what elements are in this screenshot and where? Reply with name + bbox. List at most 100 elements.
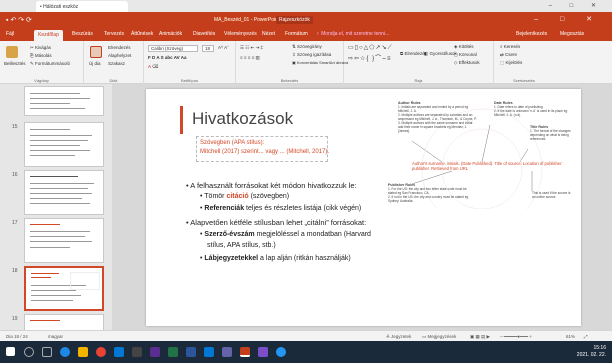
app-icon[interactable] (276, 347, 286, 357)
title-rules-note: Title Rules 1. The format of the changes… (530, 125, 571, 141)
app-icon[interactable] (132, 347, 142, 357)
taskbar: 15:16 2021. 02. 22. (0, 341, 612, 363)
zoom-slider[interactable]: – ━━━━━●━━━ + (500, 334, 564, 340)
onenote-icon[interactable] (150, 347, 160, 357)
search-icon[interactable] (24, 347, 34, 357)
browser-icon[interactable] (60, 347, 70, 357)
font-size-select[interactable]: 18 (202, 45, 214, 52)
thumbnail-number: 17 (12, 220, 18, 226)
teams-icon[interactable] (222, 347, 232, 357)
font-name-select[interactable]: Calibri (Szöveg) (148, 45, 198, 52)
powerpoint-icon[interactable] (240, 347, 250, 357)
outlook-icon[interactable] (204, 347, 214, 357)
quick-access-toolbar[interactable]: ▪ ↶ ↷ ⟳ (6, 16, 32, 24)
shape-effects-button[interactable]: ◇ Effektusok (454, 60, 480, 66)
file-explorer-icon[interactable] (78, 347, 88, 357)
system-clock[interactable]: 15:16 2021. 02. 22. (577, 345, 606, 359)
text-direction-button[interactable]: ⇅ Szövegirány (292, 44, 322, 50)
slide-thumbnail[interactable] (24, 314, 104, 330)
tab-animations[interactable]: Animációk (159, 31, 182, 37)
copy-button[interactable]: ⎘ Másolás (30, 53, 52, 58)
find-button[interactable]: ⌕ Keresés (500, 44, 520, 49)
comments-button[interactable]: ▭ Megjegyzések (422, 334, 456, 340)
slide-canvas[interactable]: Hivatkozások Szövegben (APA stílus): Mit… (146, 89, 581, 326)
slide-thumbnail[interactable] (24, 122, 104, 167)
excel-icon[interactable] (168, 347, 178, 357)
subtitle-line: Mitchell (2017) szerint... vagy ... (Mit… (200, 149, 330, 155)
slide-thumbnail[interactable] (24, 218, 104, 263)
slide-thumbnails-pane: 15 16 17 18 19 (0, 84, 112, 330)
store-icon[interactable] (114, 347, 124, 357)
window-controls[interactable]: – □ ✕ (534, 15, 602, 23)
new-slide-button[interactable]: Új dia (89, 61, 101, 66)
url-rules-note: This is used if the source is an online … (532, 191, 571, 199)
format-painter-button[interactable]: ✎ Formátummásoló (30, 61, 70, 67)
quick-styles-button[interactable]: ◧ Gyorsstílusok (424, 51, 457, 57)
title-accent-bar (180, 106, 183, 134)
shape-outline-button[interactable]: ◻ Körvonal (454, 52, 477, 58)
replace-button[interactable]: ⇄ Csere (500, 52, 517, 58)
tab-design[interactable]: Tervezés (104, 31, 124, 37)
group-label: Bekezdés (280, 78, 299, 83)
bullet-level1: • Alapvetően kétféle stílusban lehet „ci… (186, 218, 367, 227)
tab-slideshow[interactable]: Diavetítés (193, 31, 215, 37)
reference-format-diagram[interactable]: Author Rules 1. Initials are separated a… (382, 99, 576, 209)
start-icon[interactable] (6, 347, 15, 356)
new-slide-icon[interactable] (90, 46, 102, 58)
editing-group: ⌕ Keresés ⇄ Csere ⬚ Kijelölés Szerkeszté… (494, 41, 554, 84)
shapes-gallery-row2[interactable]: ⇨⇦☆{ }⌒⌣≡ (348, 53, 392, 63)
fit-slide-icon[interactable]: ⤢ (584, 334, 588, 339)
font-color-button[interactable]: A ⌫ (148, 64, 158, 70)
tab-review[interactable]: Véleményezés (224, 31, 257, 37)
view-buttons[interactable]: ▣ ▦ ▤ ▶ (470, 334, 490, 340)
app-title-bar: ▪ ↶ ↷ ⟳ MA_Beszéd_01 - PowerPoint Rajzes… (0, 12, 612, 29)
select-button[interactable]: ⬚ Kijelölés (500, 60, 522, 66)
smartart-button[interactable]: ▣ Konvertálás SmartArt ábrává (292, 60, 348, 65)
screen: • Hálózati eszköz – □ ✕ ▪ ↶ ↷ ⟳ MA_Beszé… (0, 0, 612, 363)
cut-button[interactable]: ✂ Kivágás (30, 45, 51, 51)
clipboard-group: Beillesztés ✂ Kivágás ⎘ Másolás ✎ Formát… (0, 41, 84, 84)
slide-thumbnail[interactable] (24, 170, 104, 215)
undo-redo-icons[interactable]: ↶ ↷ ⟳ (10, 17, 32, 24)
browser-window-controls[interactable]: – □ ✕ (549, 2, 604, 9)
notes-button[interactable]: ≙ Jegyzetek (386, 334, 411, 340)
tab-file[interactable]: Fájl (6, 31, 14, 37)
share-button[interactable]: Megosztás (560, 31, 584, 37)
save-icon[interactable]: ▪ (6, 17, 8, 24)
arrange-button[interactable]: ⧉ Elrendezés (400, 51, 427, 56)
slide-thumbnail-selected[interactable] (24, 266, 104, 311)
tab-format[interactable]: Formátum (285, 31, 308, 37)
tab-home[interactable]: Kezdőlap (34, 30, 63, 41)
zoom-level[interactable]: 61% (566, 334, 575, 339)
align-text-button[interactable]: ⇳ Szöveg igazítása (292, 52, 331, 58)
section-button[interactable]: Szakasz (108, 61, 125, 66)
document-title: MA_Beszéd_01 - PowerPoint (214, 17, 280, 23)
slide-title[interactable]: Hivatkozások (192, 109, 293, 129)
tab-insert[interactable]: Beszúrás (72, 31, 93, 37)
font-format-buttons[interactable]: F D A S abc AV Aa (148, 55, 187, 60)
task-view-icon[interactable] (42, 347, 52, 357)
paste-icon[interactable] (6, 46, 18, 58)
tab-transitions[interactable]: Áttűnések (131, 31, 153, 37)
browser-tab[interactable]: • Hálózati eszköz (36, 1, 128, 12)
tell-me-search[interactable]: ♀ Mondja el, mit szeretne tenni... (316, 31, 389, 37)
tab-view[interactable]: Nézet (262, 31, 275, 37)
paste-button[interactable]: Beillesztés (4, 61, 26, 66)
sign-in-button[interactable]: Bejelentkezés (516, 31, 547, 37)
chrome-icon[interactable] (96, 347, 106, 357)
layout-button[interactable]: Elrendezés (108, 45, 131, 50)
slide-thumbnail[interactable] (24, 86, 104, 116)
subtitle-textbox[interactable]: Szövegben (APA stílus): Mitchell (2017) … (196, 136, 330, 162)
shape-fill-button[interactable]: ◈ Kitöltés (454, 44, 473, 50)
reset-button[interactable]: Alaphelyzet (108, 53, 131, 58)
language-indicator[interactable]: magyar (48, 334, 63, 339)
slides-group: Új dia Elrendezés Alaphelyzet Szakasz Di… (84, 41, 144, 84)
app-icon[interactable] (258, 347, 268, 357)
shapes-gallery[interactable]: ▭▯○△⬠↗↘⟋ (348, 44, 393, 52)
align-buttons[interactable]: ≡ ≡ ≡ ≡ ▥ (240, 55, 260, 61)
list-buttons[interactable]: ☰ ☷ ⇤ ⇥ ‡ (240, 45, 263, 51)
author-rules-note: Author Rules 1. Initials are separated a… (398, 101, 477, 133)
thumbnail-number: 15 (12, 124, 18, 130)
grow-shrink-font-buttons[interactable]: A^ Aˇ (218, 45, 229, 50)
word-icon[interactable] (186, 347, 196, 357)
